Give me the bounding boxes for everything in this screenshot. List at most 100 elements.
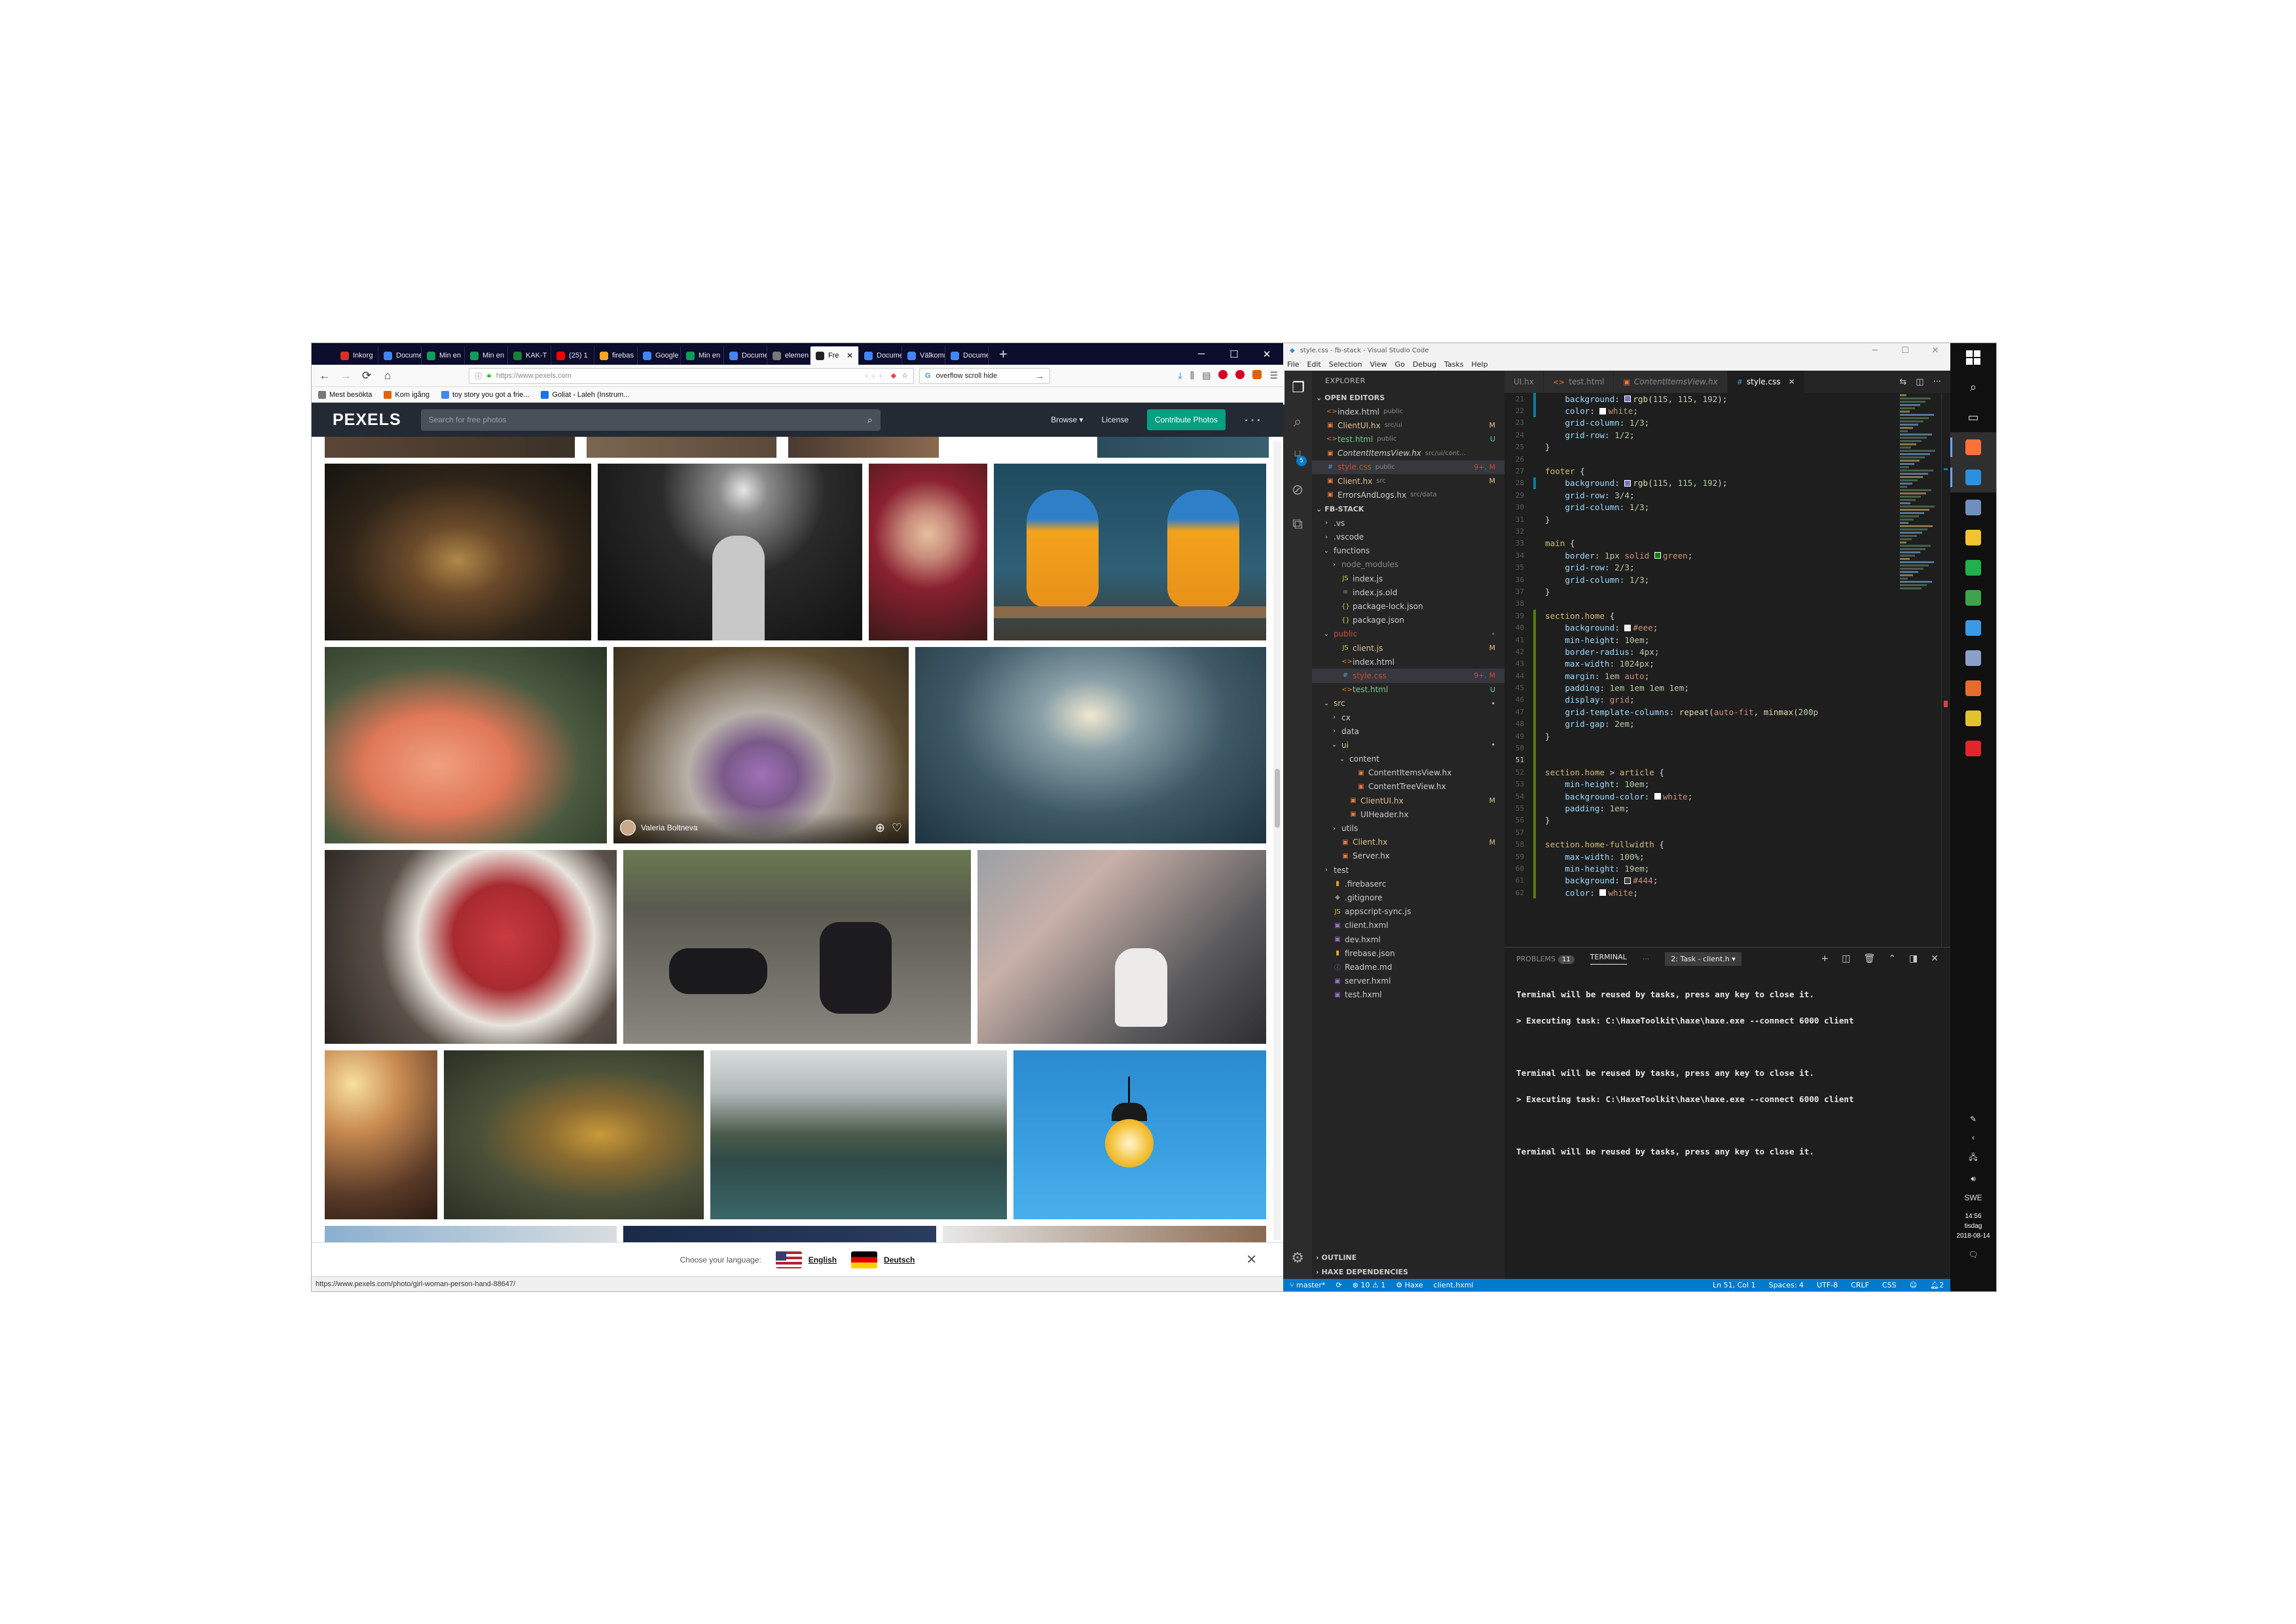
file-item[interactable]: ≡ index.js.old	[1312, 585, 1504, 599]
acrobat-icon[interactable]	[1950, 733, 1996, 764]
pen-icon[interactable]: ✎	[1970, 1115, 1977, 1124]
language-status[interactable]: CSS	[1882, 1281, 1897, 1289]
file-item[interactable]: ◆ .gitignore	[1312, 891, 1504, 904]
camtasia-icon[interactable]	[1950, 553, 1996, 583]
photo-chain-fence[interactable]	[915, 647, 1266, 843]
browser-tab[interactable]: Document	[724, 346, 767, 365]
menu-item-edit[interactable]: Edit	[1307, 360, 1321, 369]
photo[interactable]	[587, 437, 776, 458]
photo-woman-flowers[interactable]	[869, 464, 987, 640]
open-editor-item[interactable]: ▣ ClientUI.hx src/ui M	[1312, 418, 1504, 432]
problems-status[interactable]: ⊗ 10 ⚠ 1	[1353, 1281, 1386, 1289]
maximize-button[interactable]: ☐	[1218, 343, 1250, 365]
folder-item[interactable]: › test	[1312, 863, 1504, 877]
photo-woman-bridge[interactable]	[977, 850, 1266, 1044]
add-collection-icon[interactable]: ⊕	[875, 821, 885, 835]
url-text[interactable]: https://www.pexels.com	[496, 372, 572, 380]
page-actions-icon[interactable]: ···	[866, 371, 886, 380]
browser-tab[interactable]: Google	[638, 346, 681, 365]
file-item[interactable]: {} package.json	[1312, 614, 1504, 627]
browser-tab[interactable]: (25) 1	[551, 346, 594, 365]
file-item[interactable]: JS client.js M	[1312, 641, 1504, 655]
maximize-button[interactable]: ☐	[1890, 346, 1920, 356]
photo[interactable]	[788, 437, 939, 458]
sync-icon[interactable]: ⟳	[1336, 1281, 1341, 1289]
new-tab-button[interactable]: +	[989, 345, 1018, 365]
azure-icon[interactable]	[1950, 613, 1996, 643]
encoding-status[interactable]: UTF-8	[1817, 1281, 1838, 1289]
tab-terminal[interactable]: TERMINAL	[1590, 953, 1627, 965]
code-editor[interactable]: 21 background: rgb(115, 115, 192); 22 col…	[1504, 393, 1897, 947]
bookmark-item[interactable]: toy story you got a frie...	[441, 390, 529, 399]
bookmark-item[interactable]: Goliat - Laleh (Instrum...	[541, 390, 629, 399]
url-bar[interactable]: ⓘ 🔒︎ https://www.pexels.com ··· ◆ ☆	[469, 367, 914, 384]
minimap[interactable]	[1897, 393, 1941, 947]
menu-item-selection[interactable]: Selection	[1329, 360, 1362, 369]
browser-tab[interactable]: Min en	[465, 346, 508, 365]
eol-status[interactable]: CRLF	[1851, 1281, 1869, 1289]
open-editor-item[interactable]: ▣ ErrorsAndLogs.hx src/data	[1312, 488, 1504, 502]
editor-tab[interactable]: <> test.html	[1543, 371, 1614, 393]
contribute-button[interactable]: Contribute Photos	[1146, 409, 1226, 430]
info-icon[interactable]: ⓘ	[475, 371, 482, 381]
cursor-position[interactable]: Ln 51, Col 1	[1713, 1281, 1756, 1289]
search-icon[interactable]: ⌕	[1283, 405, 1312, 439]
open-editors-header[interactable]: ⌄ OPEN EDITORS	[1312, 390, 1504, 405]
folder-item[interactable]: › cx	[1312, 710, 1504, 724]
close-window-button[interactable]: ✕	[1250, 343, 1283, 365]
photo-fruit-bowl[interactable]	[325, 850, 617, 1044]
tab-problems[interactable]: PROBLEMS 11	[1516, 955, 1575, 964]
back-icon[interactable]: ←	[317, 368, 333, 384]
action-center-icon[interactable]: 🗨︎	[1968, 1250, 1978, 1259]
photo[interactable]	[325, 1226, 617, 1242]
chevron-up-icon[interactable]: ‹	[1972, 1133, 1975, 1142]
bookmark-item[interactable]: Kom igång	[384, 390, 429, 399]
file-item[interactable]: ⓘ Readme.md	[1312, 960, 1504, 974]
new-terminal-icon[interactable]: +	[1821, 953, 1829, 964]
folder-item[interactable]: ⌄ src •	[1312, 697, 1504, 710]
app-yellow-icon[interactable]	[1950, 703, 1996, 733]
extension-icon[interactable]	[1218, 370, 1228, 379]
close-icon[interactable]: ✕	[1246, 1251, 1257, 1268]
file-item[interactable]: ▣ Client.hx M	[1312, 836, 1504, 849]
browser-tab[interactable]: Document	[378, 346, 422, 365]
debug-icon[interactable]: ⊘	[1283, 473, 1312, 507]
indentation-status[interactable]: Spaces: 4	[1769, 1281, 1804, 1289]
vscode-icon[interactable]	[1950, 462, 1996, 492]
pexels-logo[interactable]: PEXELS	[333, 411, 401, 430]
browser-tab[interactable]: Inkorg	[335, 346, 378, 365]
file-item[interactable]: ▣ ContentItemsView.hx	[1312, 766, 1504, 780]
home-icon[interactable]: ⌂	[380, 368, 395, 384]
volume-icon[interactable]: 🔊︎	[1971, 1174, 1976, 1184]
photo-forest-path[interactable]	[325, 464, 591, 640]
file-item[interactable]: JS appscript-sync.js	[1312, 905, 1504, 919]
open-editor-item[interactable]: ▣ ContentItemsView.hx src/ui/cont...	[1312, 447, 1504, 460]
explorer-icon[interactable]	[1950, 523, 1996, 553]
photo-sunflowers[interactable]	[444, 1050, 704, 1219]
photo[interactable]	[325, 437, 575, 458]
split-editor-icon[interactable]: ◫	[1916, 377, 1923, 387]
avatar[interactable]	[620, 820, 636, 836]
search-icon[interactable]: ⌕	[1950, 372, 1996, 402]
file-item[interactable]: # style.css 9+, M	[1312, 669, 1504, 683]
panel-layout-icon[interactable]: ◨	[1909, 953, 1918, 964]
browser-tab[interactable]: Min en	[422, 346, 465, 365]
file-item[interactable]: {} package-lock.json	[1312, 599, 1504, 613]
app-green-icon[interactable]	[1950, 583, 1996, 613]
language-english[interactable]: English	[775, 1251, 837, 1268]
browse-menu[interactable]: Browse ▾	[1051, 415, 1083, 424]
outline-header[interactable]: › OUTLINE	[1312, 1250, 1504, 1264]
folder-item[interactable]: › .vscode	[1312, 530, 1504, 544]
search-go-icon[interactable]: →	[1035, 371, 1044, 381]
file-item[interactable]: ▣ UIHeader.hx	[1312, 807, 1504, 821]
start-button[interactable]	[1950, 343, 1996, 372]
folder-item[interactable]: › utils	[1312, 821, 1504, 835]
gear-icon[interactable]: ⚙	[1283, 1244, 1312, 1272]
editor-scrollbar[interactable]	[1941, 393, 1950, 947]
folder-item[interactable]: ⌄ public •	[1312, 627, 1504, 641]
menu-item-view[interactable]: View	[1370, 360, 1387, 369]
haxe-dependencies-header[interactable]: › HAXE DEPENDENCIES	[1312, 1264, 1504, 1279]
notifications-status[interactable]: 🔔︎2	[1930, 1281, 1944, 1289]
app-icon[interactable]	[1950, 492, 1996, 523]
bookmark-star-icon[interactable]: ☆	[902, 371, 908, 380]
